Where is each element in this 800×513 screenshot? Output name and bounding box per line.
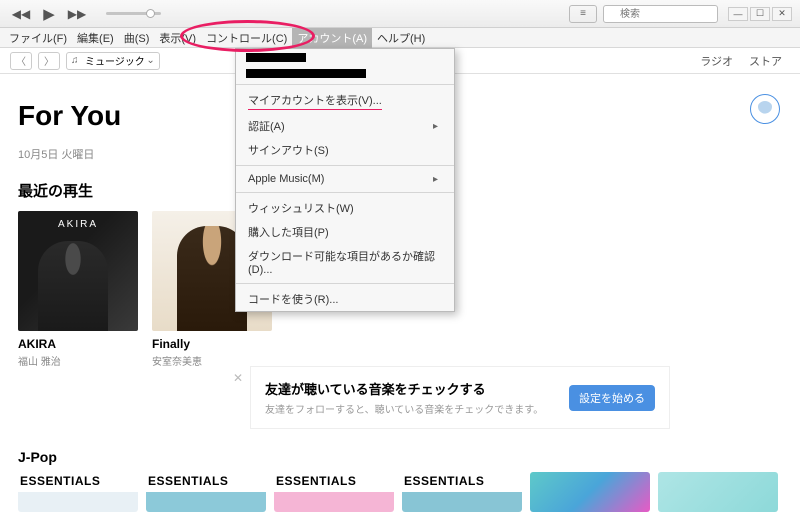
nav-radio[interactable]: ラジオ [700,53,733,69]
menu-signout[interactable]: サインアウト(S) [236,138,454,162]
album-title: Finally [152,337,272,351]
playback-controls: ◀◀ ▶ ▶▶ [10,5,88,23]
menu-apple-music[interactable]: Apple Music(M)▸ [236,169,454,189]
play-button[interactable]: ▶ [38,5,60,23]
menu-redeem[interactable]: コードを使う(R)... [236,287,454,311]
essentials-tile[interactable]: ESSENTIALS [274,472,394,512]
album-artist: 福山 雅治 [18,353,138,368]
close-button[interactable]: ✕ [772,7,792,21]
album-title: AKIRA [18,337,138,351]
menu-auth[interactable]: 認証(A)▸ [236,114,454,138]
menu-edit[interactable]: 編集(E) [72,28,119,48]
promo-title: 友達が聴いている音楽をチェックする [265,379,543,398]
menu-show-account[interactable]: マイアカウントを表示(V)... [236,88,454,114]
menu-view[interactable]: 表示(V) [154,28,201,48]
section-jpop: J-Pop [18,449,57,465]
back-button[interactable]: 〈 [10,52,32,70]
menu-purchased[interactable]: 購入した項目(P) [236,220,454,244]
menu-song[interactable]: 曲(S) [119,28,155,48]
profile-avatar[interactable] [750,94,780,124]
promo-subtitle: 友達をフォローすると、聴いている音楽をチェックできます。 [265,401,543,416]
essentials-tile[interactable]: ESSENTIALS [402,472,522,512]
account-dropdown-menu: マイアカウントを表示(V)... 認証(A)▸ サインアウト(S) Apple … [235,48,455,312]
menu-control[interactable]: コントロール(C) [201,28,292,48]
essentials-tile[interactable] [530,472,650,512]
close-icon[interactable]: ✕ [233,371,243,385]
list-view-button[interactable]: ≡ [569,5,597,23]
chevron-right-icon: ▸ [433,121,438,132]
menu-wishlist[interactable]: ウィッシュリスト(W) [236,196,454,220]
essentials-row: ESSENTIALS ESSENTIALS ESSENTIALS ESSENTI… [18,472,778,512]
rewind-button[interactable]: ◀◀ [10,5,32,23]
title-bar: ◀◀ ▶ ▶▶ ≡ 🔍 — ☐ ✕ [0,0,800,28]
account-email-redacted [236,65,454,81]
menu-help[interactable]: ヘルプ(H) [372,28,430,48]
album-card[interactable]: AKIRA AKIRA 福山 雅治 [18,211,138,368]
maximize-button[interactable]: ☐ [750,7,770,21]
volume-slider[interactable] [106,12,161,15]
chevron-right-icon: ▸ [433,174,438,185]
menu-account[interactable]: アカウント(A) [292,28,372,48]
menu-bar: ファイル(F) 編集(E) 曲(S) 表示(V) コントロール(C) アカウント… [0,28,800,48]
promo-button[interactable]: 設定を始める [569,385,655,411]
promo-banner: ✕ 友達が聴いている音楽をチェックする 友達をフォローすると、聴いている音楽をチ… [250,366,670,429]
nav-store[interactable]: ストア [749,53,782,69]
forward-button[interactable]: ▶▶ [66,5,88,23]
forward-button-nav[interactable]: 〉 [38,52,60,70]
minimize-button[interactable]: — [728,7,748,21]
essentials-tile[interactable]: ESSENTIALS [18,472,138,512]
search-input[interactable] [603,5,718,23]
menu-file[interactable]: ファイル(F) [4,28,72,48]
album-art: AKIRA [18,211,138,331]
essentials-tile[interactable] [658,472,778,512]
account-name-redacted [236,49,454,65]
menu-check-downloads[interactable]: ダウンロード可能な項目があるか確認(D)... [236,244,454,280]
essentials-tile[interactable]: ESSENTIALS [146,472,266,512]
library-dropdown[interactable]: ミュージック [66,52,160,70]
